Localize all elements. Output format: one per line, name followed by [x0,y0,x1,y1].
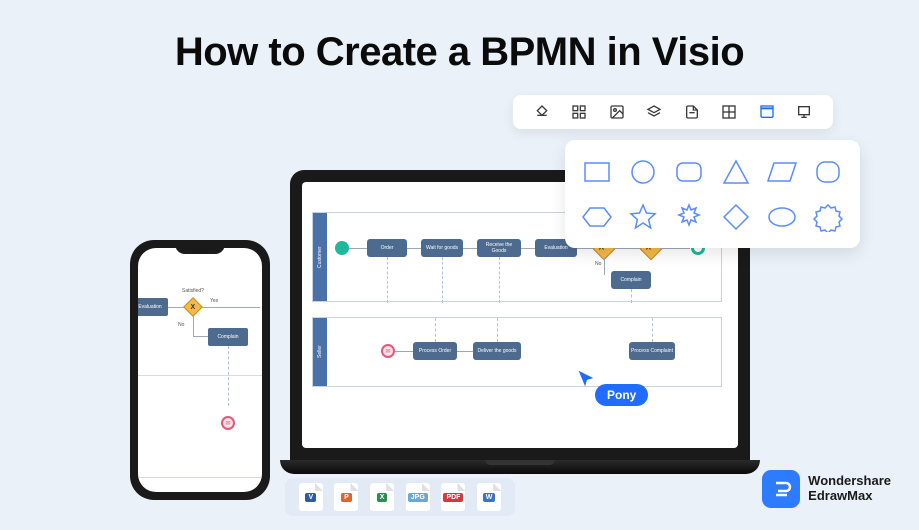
bpmn-task-complain: Complain [611,271,651,289]
brand-logo-block: Wondershare EdrawMax [762,470,891,508]
shape-hexagon[interactable] [581,199,613,234]
brand-text: Wondershare EdrawMax [808,474,891,504]
connector [604,257,605,275]
bpmn-task-process-complaint: Process Complaint [629,342,675,360]
file-visio: V [299,483,323,511]
connector [521,248,535,249]
message-flow [499,257,500,303]
phone-task-complain: Complain [208,328,248,346]
phone-gateway-decision: Satisfied? [182,288,204,294]
laptop-base [280,460,760,474]
connector [349,248,367,249]
connector [193,336,208,337]
connector [200,307,260,308]
connector [463,248,477,249]
message-flow [435,318,436,342]
bpmn-task-deliver: Deliver the goods [473,342,521,360]
bpmn-task-receive: Receive the Goods [477,239,521,257]
phone-lane-1: Evaluation Satisfied? X Yes No Complain [138,266,262,376]
message-flow [442,257,443,303]
shape-seal[interactable] [812,199,844,234]
file-jpg: JPG [406,483,430,511]
connector [457,351,473,352]
swimlane-seller: Seller ✉ Process Order Deliver the goods… [312,317,722,387]
shape-parallelogram[interactable] [766,154,798,189]
brand-line1: Wondershare [808,474,891,489]
phone-canvas: Evaluation Satisfied? X Yes No Complain … [138,248,262,492]
file-ppt: P [334,483,358,511]
bpmn-message-event: ✉ [381,344,395,358]
image-icon[interactable] [608,103,626,121]
page-icon[interactable] [683,103,701,121]
layers-icon[interactable] [645,103,663,121]
file-excel: X [370,483,394,511]
bpmn-start-event [335,241,349,255]
file-word: W [477,483,501,511]
gateway-no-label: No [595,261,601,267]
bpmn-task-order: Order [367,239,407,257]
shape-rectangle[interactable] [581,154,613,189]
connector [193,314,194,336]
presentation-icon[interactable] [795,103,813,121]
lane-label-seller: Seller [313,318,327,386]
phone-mockup: Evaluation Satisfied? X Yes No Complain … [130,240,270,500]
shape-star[interactable] [627,199,659,234]
shape-circle[interactable] [627,154,659,189]
lane-label-customer: Customer [313,213,327,301]
message-flow [631,289,632,303]
bpmn-task-wait: Wait for goods [421,239,463,257]
connector [395,351,413,352]
connector [660,248,690,249]
export-formats-row: V P X JPG PDF W [285,478,515,516]
laptop-hinge-notch [485,460,555,465]
brand-line2: EdrawMax [808,489,891,504]
edrawmax-logo-icon [762,470,800,508]
shapes-palette [565,140,860,248]
phone-notch [175,240,225,254]
bpmn-task-process-order: Process Order [413,342,457,360]
shape-rounded-square[interactable] [812,154,844,189]
collaborator-tag: Pony [595,384,648,406]
grid-icon[interactable] [570,103,588,121]
file-pdf: PDF [441,483,465,511]
phone-gateway-no: No [178,322,184,328]
container-icon[interactable] [758,103,776,121]
collaborator-cursor [575,368,597,390]
message-flow [387,257,388,303]
shape-burst[interactable] [673,199,705,234]
shape-triangle[interactable] [720,154,752,189]
shape-ellipse[interactable] [766,199,798,234]
phone-gateway-yes: Yes [210,298,218,304]
message-flow [497,318,498,342]
layout-icon[interactable] [720,103,738,121]
phone-message-event: ✉ [221,416,235,430]
shape-toolbar [513,95,833,129]
fill-icon[interactable] [533,103,551,121]
phone-task-eval: Evaluation [138,298,168,316]
shape-rounded-rect[interactable] [673,154,705,189]
message-flow [228,346,229,406]
phone-lane-2: ✉ [138,398,262,478]
connector [407,248,421,249]
page-title: How to Create a BPMN in Visio [0,30,919,75]
shape-diamond[interactable] [720,199,752,234]
message-flow [652,318,653,342]
